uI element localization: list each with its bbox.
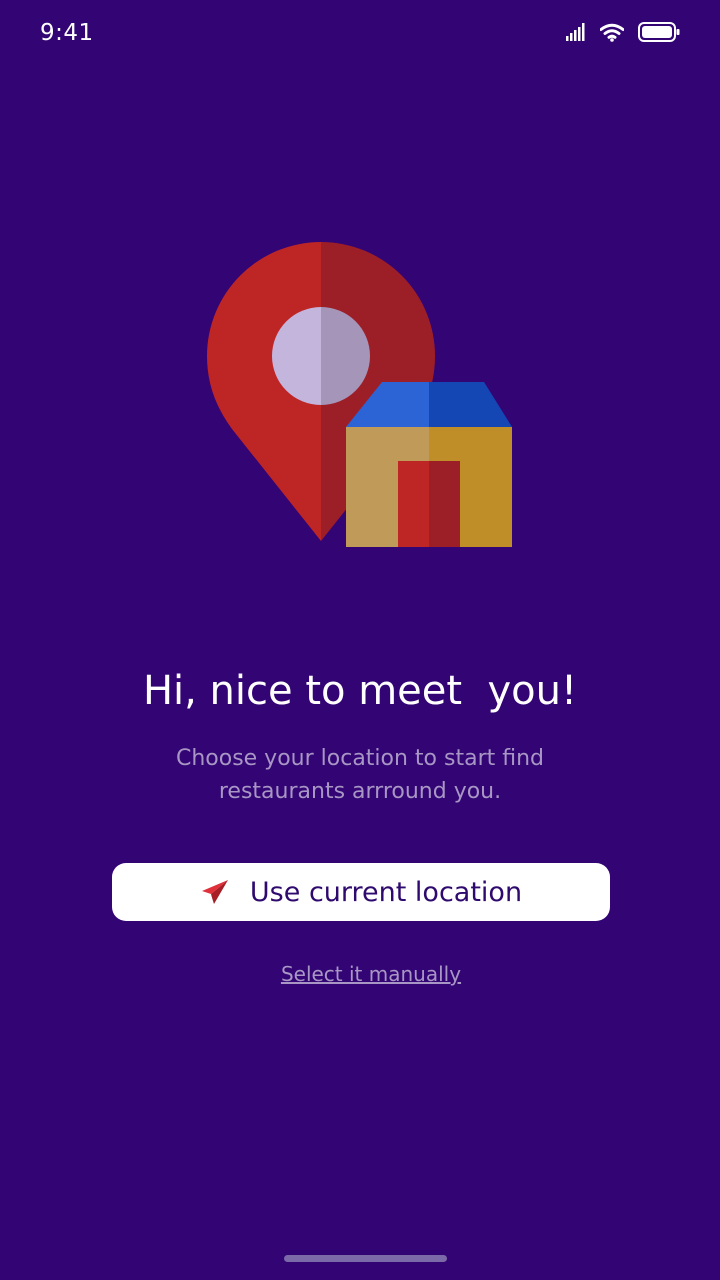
welcome-subtitle: Choose your location to start find resta… [175, 746, 545, 804]
wifi-icon [599, 23, 625, 46]
paper-plane-icon [200, 877, 230, 907]
use-current-location-label: Use current location [249, 876, 523, 908]
use-current-location-button[interactable]: Use current location [112, 863, 610, 921]
welcome-headline: Hi, nice to meet you! [142, 668, 578, 714]
house-icon [346, 382, 512, 547]
status-icons [566, 22, 680, 46]
select-manually-link[interactable]: Select it manually [0, 962, 720, 986]
battery-icon [638, 22, 680, 46]
location-onboarding-screen: 9:41 Hi, nice to meet you! Choose your l… [0, 0, 720, 1280]
signal-icon [566, 23, 586, 45]
location-illustration [0, 230, 720, 560]
home-indicator[interactable] [284, 1255, 447, 1262]
status-bar: 9:41 [0, 0, 720, 70]
status-time: 9:41 [40, 20, 94, 46]
